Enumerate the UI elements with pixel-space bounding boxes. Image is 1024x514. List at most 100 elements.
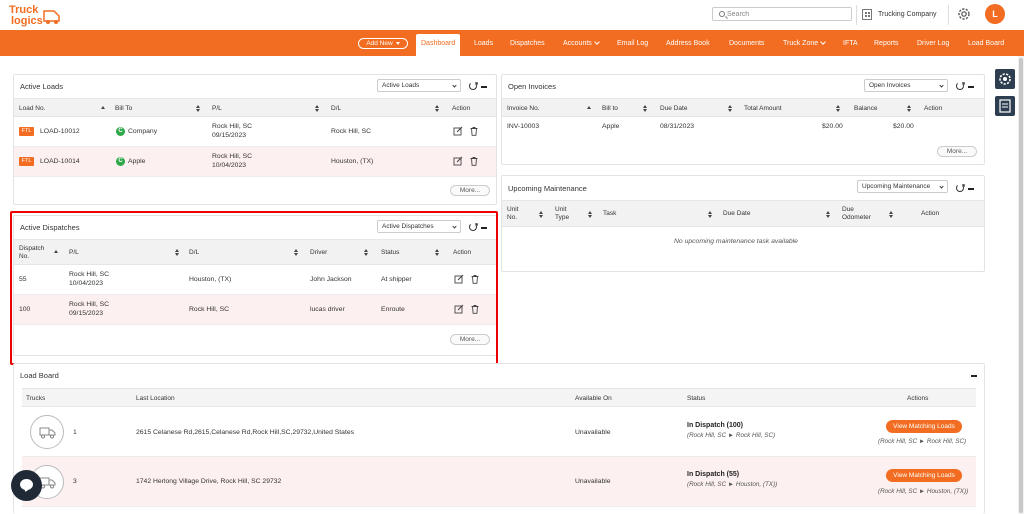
- col-due-odometer-line2[interactable]: Odometer: [842, 214, 871, 221]
- sort-icon[interactable]: [708, 211, 712, 218]
- col-pl[interactable]: P/L: [212, 105, 222, 112]
- customize-gear-button[interactable]: [995, 69, 1015, 89]
- edit-icon[interactable]: [453, 156, 463, 166]
- col-actions: Actions: [907, 395, 929, 402]
- col-due-odometer-line1[interactable]: Due: [842, 206, 854, 213]
- sort-asc-icon[interactable]: [587, 106, 591, 110]
- refresh-icon[interactable]: [956, 82, 964, 90]
- col-last-location: Last Location: [136, 395, 175, 402]
- col-bill-to[interactable]: Bill To: [115, 105, 132, 112]
- table-row[interactable]: FTL LOAD-10014 C Apple Rock Hill, SC 10/…: [14, 147, 496, 177]
- col-unit-no-line1[interactable]: Unit: [507, 206, 519, 213]
- table-row[interactable]: 1 2615 Celanese Rd,2615,Celanese Rd,Rock…: [22, 407, 976, 457]
- truck-logics-logo[interactable]: Truck logics: [8, 3, 62, 27]
- nav-ifta[interactable]: IFTA: [843, 30, 858, 56]
- nav-accounts[interactable]: Accounts: [563, 30, 600, 56]
- col-due-date[interactable]: Due Date: [660, 105, 687, 112]
- open-invoices-title: Open Invoices: [508, 82, 556, 91]
- table-row[interactable]: INV-10003 Apple 08/31/2023 $20.00 $20.00: [502, 117, 984, 137]
- collapse-icon[interactable]: [481, 86, 487, 88]
- nav-reports[interactable]: Reports: [874, 30, 899, 56]
- sort-icon[interactable]: [196, 105, 200, 112]
- nav-email-log[interactable]: Email Log: [617, 30, 648, 56]
- delete-icon[interactable]: [469, 156, 479, 166]
- customer-badge: C: [116, 157, 125, 166]
- load-no[interactable]: LOAD-10012: [40, 127, 80, 136]
- sort-icon[interactable]: [435, 105, 439, 112]
- nav-truck-zone[interactable]: Truck Zone: [783, 30, 826, 56]
- action-route: (Rock Hill, SC ► Houston, (TX)): [878, 488, 969, 495]
- divider: [948, 5, 949, 25]
- collapse-icon[interactable]: [971, 375, 977, 377]
- dispatch-status[interactable]: In Dispatch (55): [687, 471, 739, 478]
- search-box[interactable]: [712, 7, 852, 21]
- notes-button[interactable]: [995, 96, 1015, 116]
- col-dl[interactable]: D/L: [331, 105, 341, 112]
- nav-documents[interactable]: Documents: [729, 30, 764, 56]
- page-scrollbar[interactable]: [1018, 56, 1024, 514]
- refresh-icon[interactable]: [469, 82, 477, 90]
- collapse-icon[interactable]: [968, 86, 974, 88]
- open-invoices-select[interactable]: Open Invoices: [864, 79, 948, 92]
- dispatch-status[interactable]: In Dispatch (100): [687, 422, 743, 429]
- status-route: (Rock Hill, SC ► Rock Hill, SC): [687, 432, 776, 439]
- sort-asc-icon[interactable]: [101, 106, 105, 110]
- settings-gear-icon[interactable]: [956, 6, 972, 22]
- company-switcher[interactable]: Trucking Company: [862, 7, 937, 21]
- chat-bubble-icon[interactable]: [11, 470, 42, 501]
- nav-address-book[interactable]: Address Book: [666, 30, 710, 56]
- active-loads-card: Active Loads Active Loads Load No. Bill …: [13, 74, 497, 205]
- sort-icon[interactable]: [588, 211, 592, 218]
- search-input[interactable]: [727, 10, 847, 19]
- load-board-title: Load Board: [20, 371, 59, 380]
- upcoming-maintenance-select[interactable]: Upcoming Maintenance: [857, 180, 948, 193]
- table-row[interactable]: FTL LOAD-10012 C Company Rock Hill, SC 0…: [14, 117, 496, 147]
- col-invoice-no[interactable]: Invoice No.: [507, 105, 540, 112]
- add-new-button[interactable]: Add New: [358, 38, 408, 49]
- table-row[interactable]: 3 1742 Herlong Village Drive, Rock Hill,…: [22, 457, 976, 507]
- more-button[interactable]: More...: [450, 185, 490, 196]
- sort-icon[interactable]: [539, 211, 543, 218]
- select-value: Open Invoices: [869, 82, 911, 89]
- collapse-icon[interactable]: [968, 188, 974, 190]
- nav-load-board[interactable]: Load Board: [968, 30, 1004, 56]
- col-balance[interactable]: Balance: [854, 105, 878, 112]
- table-header: Load No. Bill To P/L D/L Action: [14, 98, 496, 117]
- user-avatar[interactable]: L: [985, 4, 1005, 24]
- invoice-no[interactable]: INV-10003: [507, 122, 539, 131]
- nav-loads[interactable]: Loads: [474, 30, 493, 56]
- document-icon: [999, 99, 1011, 113]
- truck-number[interactable]: 3: [73, 477, 77, 486]
- view-matching-loads-button[interactable]: View Matching Loads: [886, 469, 962, 482]
- table-header: Unit No. Unit Type Task Due Date Due Odo…: [502, 200, 984, 227]
- edit-icon[interactable]: [453, 126, 463, 136]
- more-button[interactable]: More...: [937, 146, 977, 157]
- chevron-down-icon: [939, 184, 944, 189]
- col-load-no[interactable]: Load No.: [19, 105, 45, 112]
- col-unit-type-line1[interactable]: Unit: [555, 206, 567, 213]
- nav-dashboard[interactable]: Dashboard: [416, 34, 461, 56]
- sort-icon[interactable]: [889, 211, 893, 218]
- col-due-date[interactable]: Due Date: [723, 210, 750, 217]
- col-bill-to[interactable]: Bill to: [602, 105, 618, 112]
- sort-icon[interactable]: [836, 105, 840, 112]
- sort-icon[interactable]: [907, 105, 911, 112]
- col-action: Action: [921, 210, 940, 217]
- nav-dispatches[interactable]: Dispatches: [510, 30, 545, 56]
- col-task[interactable]: Task: [603, 210, 616, 217]
- col-unit-type-line2[interactable]: Type: [555, 214, 569, 221]
- sort-icon[interactable]: [826, 211, 830, 218]
- view-matching-loads-button[interactable]: View Matching Loads: [886, 420, 962, 433]
- active-loads-select[interactable]: Active Loads: [377, 79, 461, 92]
- truck-number[interactable]: 1: [73, 428, 77, 437]
- nav-driver-log[interactable]: Driver Log: [917, 30, 949, 56]
- col-total-amount[interactable]: Total Amount: [744, 105, 782, 112]
- refresh-icon[interactable]: [956, 184, 964, 192]
- sort-icon[interactable]: [728, 105, 732, 112]
- sort-icon[interactable]: [643, 105, 647, 112]
- scrollbar-thumb[interactable]: [1019, 58, 1023, 513]
- sort-icon[interactable]: [315, 105, 319, 112]
- load-no[interactable]: LOAD-10014: [40, 157, 80, 166]
- delete-icon[interactable]: [469, 126, 479, 136]
- col-unit-no-line2[interactable]: No.: [507, 214, 517, 221]
